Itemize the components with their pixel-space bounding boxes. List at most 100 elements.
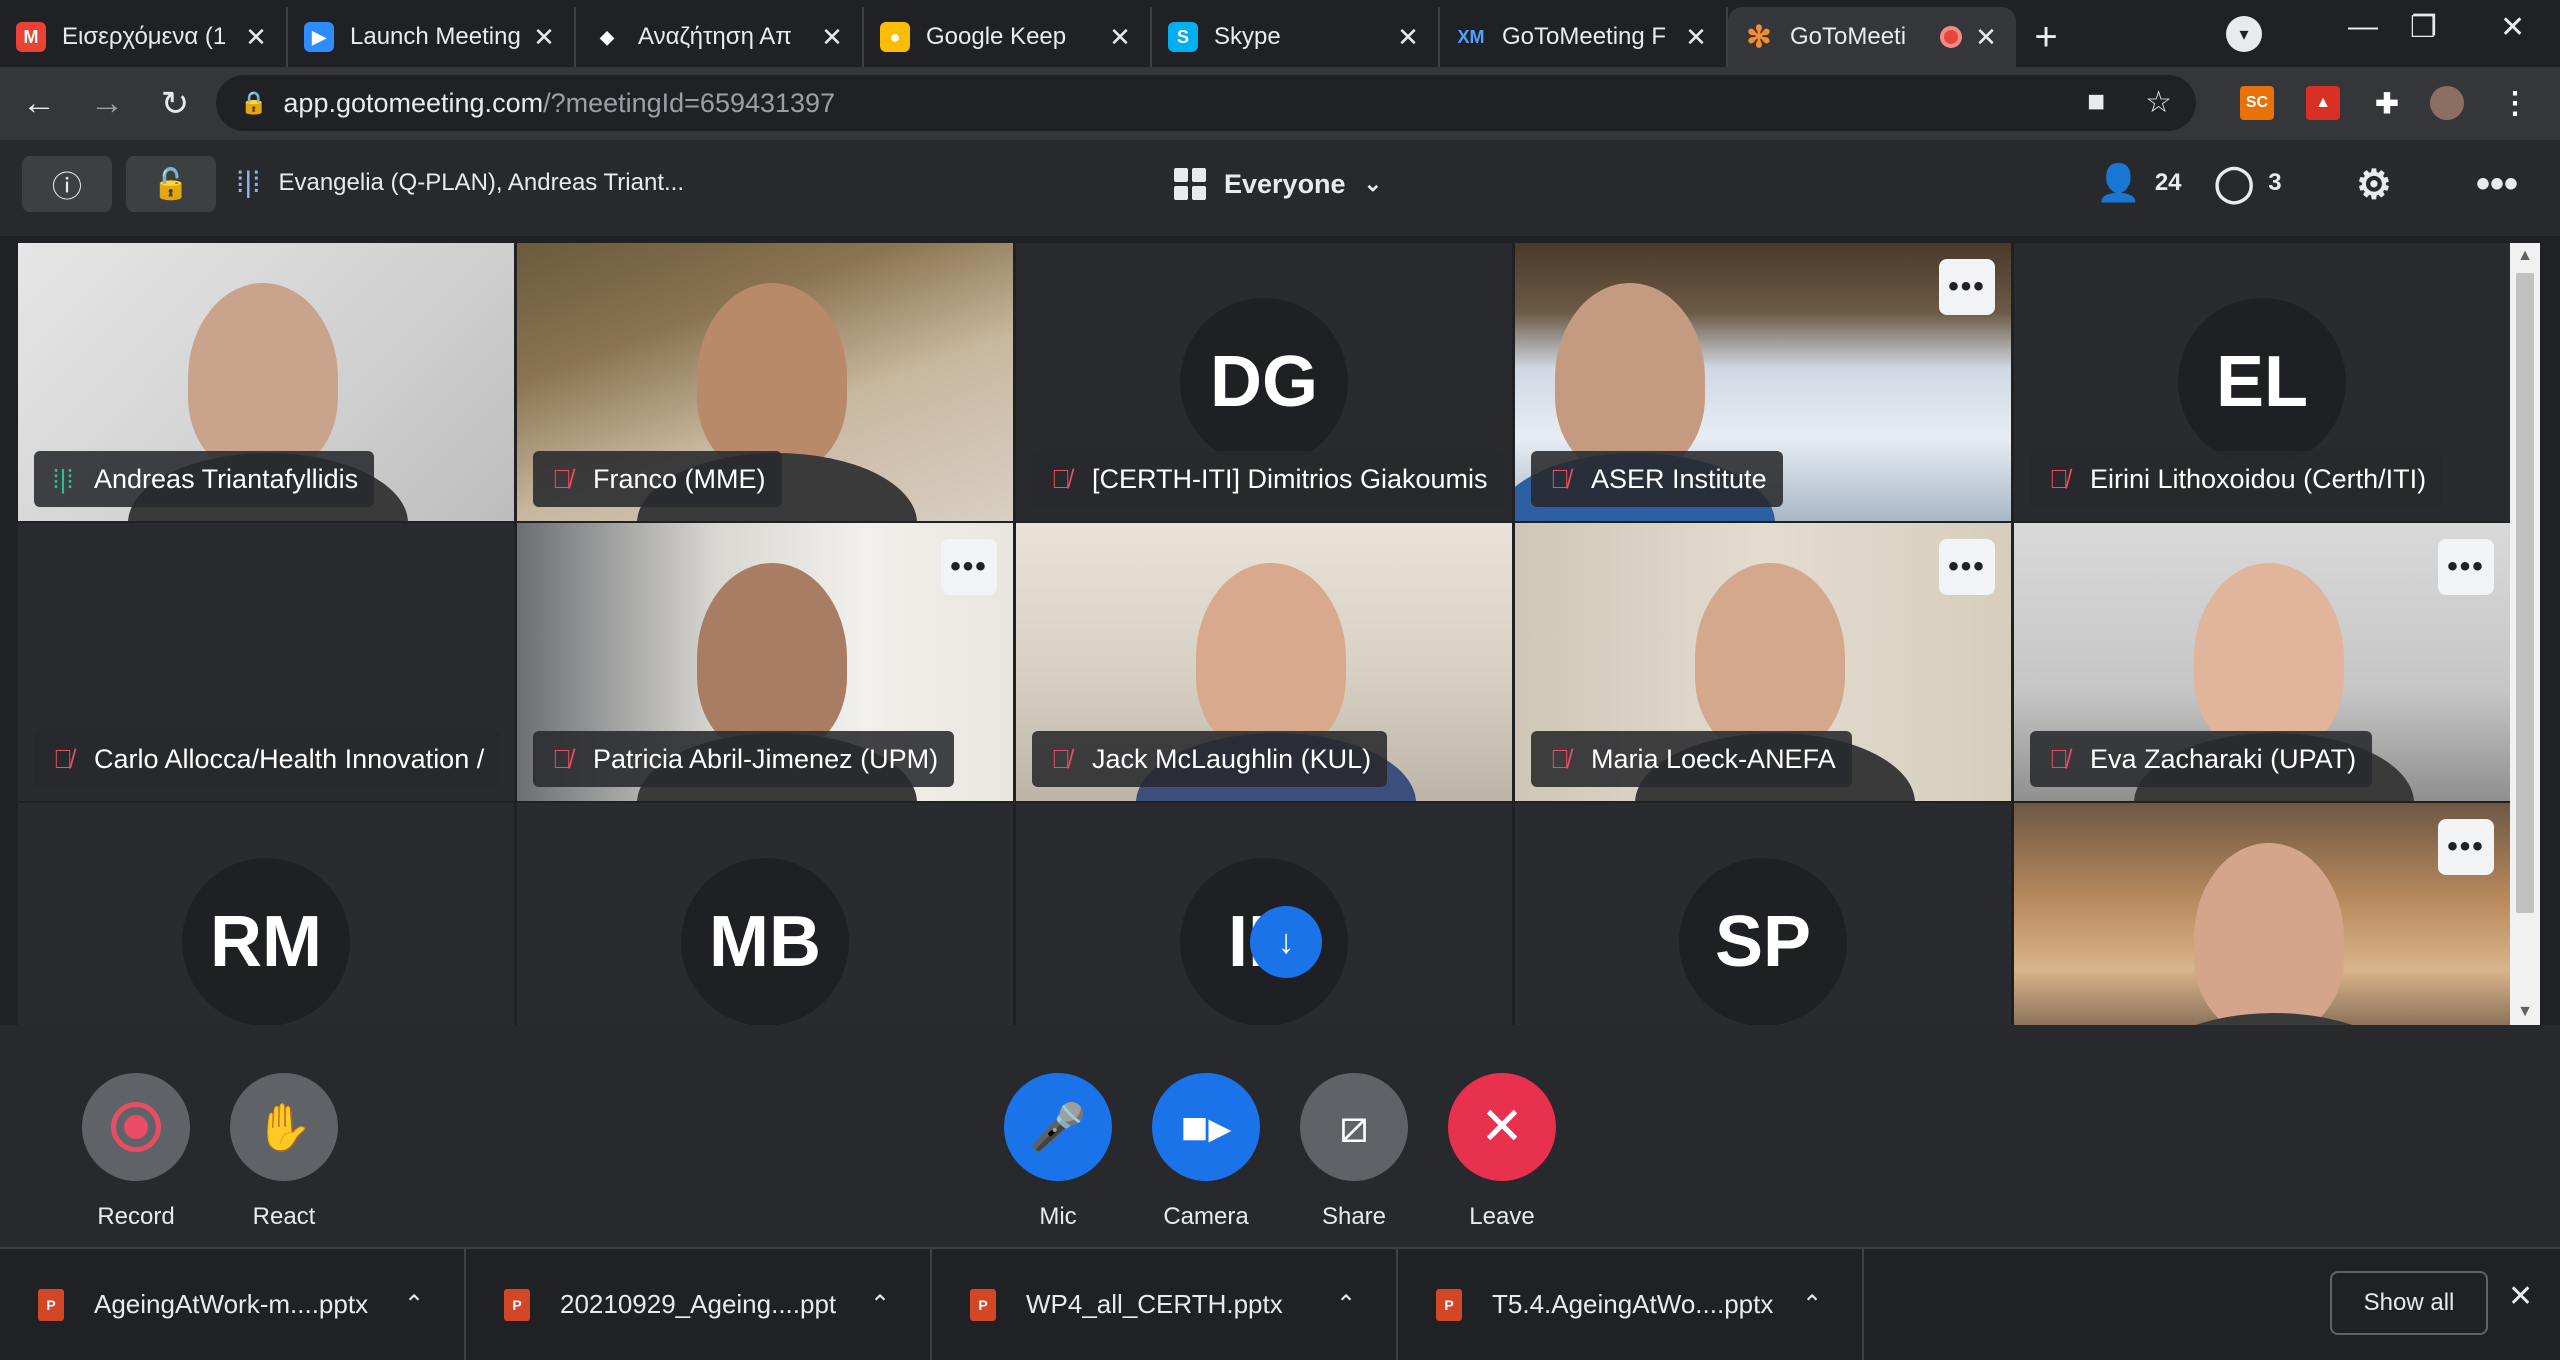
browser-tab[interactable]: ✻ GoToMeeti ✕ (1728, 7, 2016, 67)
react-button[interactable]: ✋ React (230, 1073, 338, 1231)
close-tab-icon[interactable]: ✕ (1972, 22, 2000, 53)
participant-tile[interactable]: MB (517, 803, 1013, 1025)
record-button[interactable]: Record (82, 1073, 190, 1231)
close-tab-icon[interactable]: ✕ (818, 22, 846, 53)
download-filename: WP4_all_CERTH.pptx (1026, 1289, 1283, 1319)
close-tab-icon[interactable]: ✕ (1106, 22, 1134, 53)
participant-silhouette (188, 283, 338, 473)
new-tab-icon[interactable]: + (2016, 7, 2076, 67)
participant-silhouette (2194, 843, 2344, 1025)
close-tab-icon[interactable]: ✕ (242, 22, 270, 53)
scroll-down-arrow-icon[interactable]: ▼ (2510, 1003, 2540, 1021)
participant-tile[interactable]: SP (1515, 803, 2011, 1025)
download-item[interactable]: P 20210929_Ageing....ppt ⌃ (466, 1249, 932, 1360)
participant-name: Jack McLaughlin (KUL) (1092, 743, 1372, 774)
grid-scrollbar[interactable]: ▲ ▼ (2510, 243, 2540, 1025)
close-download-shelf-icon[interactable]: ✕ (2508, 1279, 2533, 1314)
participant-tile[interactable]: ••• 🎙̸ Eva Zacharaki (UPAT) (2014, 523, 2510, 801)
browser-menu-icon[interactable]: ⋮ (2498, 86, 2532, 120)
attendees-button[interactable]: 👤 24 (2096, 162, 2182, 204)
close-tab-icon[interactable]: ✕ (530, 22, 558, 53)
camera-button[interactable]: ■▸ Camera (1152, 1073, 1260, 1231)
gmail-icon: M (16, 22, 46, 52)
download-item[interactable]: P AgeingAtWork-m....pptx ⌃ (0, 1249, 466, 1360)
video-grid: ⁞|⁞ Andreas Triantafyllidis 🎙̸ Franco (MME)… (18, 243, 2510, 1025)
reload-icon[interactable]: ↻ (146, 75, 204, 133)
browser-tab[interactable]: M Εισερχόμενα (1 ✕ (0, 7, 288, 67)
browser-window: M Εισερχόμενα (1 ✕ ▶ Launch Meeting ✕ ◆ Αναζήτη… (0, 0, 2560, 1360)
participant-name: Franco (MME) (593, 463, 766, 494)
participant-tile[interactable]: EL 🎙̸ Eirini Lithoxoidou (Certh/ITI) (2014, 243, 2510, 521)
extensions-puzzle-icon[interactable]: ✚ (2370, 86, 2404, 120)
participant-tile[interactable]: ••• 🎙̸ ASER Institute (1515, 243, 2011, 521)
leave-button[interactable]: ✕ Leave (1448, 1073, 1556, 1231)
restore-icon[interactable]: ❐ (2410, 10, 2437, 45)
chevron-up-icon[interactable]: ⌃ (404, 1290, 464, 1319)
participant-tile[interactable]: ••• 🎙̸ Patricia Abril-Jimenez (UPM) (517, 523, 1013, 801)
chat-button[interactable]: ◯ 3 (2214, 162, 2282, 204)
participant-nameplate: ⁞|⁞ Andreas Triantafyllidis (34, 451, 375, 507)
participant-tile[interactable]: DG 🎙̸ [CERTH-ITI] Dimitrios Giakoumis (1016, 243, 1512, 521)
tab-search-icon[interactable]: ▾ (2226, 16, 2262, 52)
participant-tile[interactable]: ••• 🎙̸ Maria Loeck-ANEFA (1515, 523, 2011, 801)
browser-tab[interactable]: XM GoToMeeting F ✕ (1440, 7, 1728, 67)
mic-button[interactable]: 🎤 Mic (1004, 1073, 1112, 1231)
participant-name: Maria Loeck-ANEFA (1591, 743, 1836, 774)
lock-meeting-button[interactable]: 🔓 (126, 156, 216, 212)
back-icon[interactable]: ← (10, 75, 68, 133)
gotomeeting-icon: ✻ (1746, 20, 1772, 54)
chat-bubble-icon: ◯ (2214, 162, 2255, 203)
minimize-icon[interactable]: — (2348, 10, 2378, 44)
show-all-downloads-button[interactable]: Show all (2330, 1271, 2488, 1335)
scrollbar-thumb[interactable] (2516, 273, 2534, 913)
extension-mendeley-icon[interactable]: ▲ (2306, 86, 2340, 120)
download-item[interactable]: P WP4_all_CERTH.pptx ⌃ (932, 1249, 1398, 1360)
participant-nameplate: 🎙̸ Maria Loeck-ANEFA (1531, 731, 1852, 787)
tile-more-options-icon[interactable]: ••• (2438, 539, 2494, 595)
chevron-up-icon[interactable]: ⌃ (1336, 1290, 1396, 1319)
address-bar[interactable]: 🔒 app.gotomeeting.com/?meetingId=6594313… (216, 75, 2196, 131)
tile-more-options-icon[interactable]: ••• (2438, 819, 2494, 875)
view-selector[interactable]: Everyone ⌄ (1174, 168, 1382, 200)
grid-view-icon (1174, 168, 1206, 200)
meeting-header: ⓘ 🔓 ⁞|⁞ Evangelia (Q-PLAN), Andreas Tria… (0, 140, 2560, 236)
browser-tab[interactable]: ● Google Keep ✕ (864, 7, 1152, 67)
info-button[interactable]: ⓘ (22, 156, 112, 212)
download-filename: AgeingAtWork-m....pptx (94, 1289, 369, 1319)
forward-icon[interactable]: → (78, 75, 136, 133)
close-x-icon: ✕ (1480, 1098, 1524, 1156)
participant-nameplate: 🎙̸ Jack McLaughlin (KUL) (1032, 731, 1388, 787)
share-button[interactable]: ⧄ Share (1300, 1073, 1408, 1231)
download-item[interactable]: P T5.4.AgeingAtWo....pptx ⌃ (1398, 1249, 1864, 1360)
participant-tile[interactable]: RM (18, 803, 514, 1025)
audio-bars-icon: ⁞|⁞ (236, 166, 261, 199)
more-options-icon[interactable]: ••• (2476, 162, 2518, 207)
view-label: Everyone (1224, 168, 1346, 199)
close-tab-icon[interactable]: ✕ (1394, 22, 1422, 53)
bookmark-star-icon[interactable]: ☆ (2145, 85, 2172, 120)
participant-nameplate: 🎙̸ Patricia Abril-Jimenez (UPM) (533, 731, 955, 787)
camera-blocked-icon[interactable]: ■ (2087, 85, 2105, 120)
participant-tile[interactable]: 🎙̸ Franco (MME) (517, 243, 1013, 521)
close-tab-icon[interactable]: ✕ (1682, 22, 1710, 53)
browser-tab[interactable]: S Skype ✕ (1152, 7, 1440, 67)
chevron-down-icon: ⌄ (1363, 171, 1383, 196)
tile-more-options-icon[interactable]: ••• (1939, 259, 1995, 315)
settings-gear-icon[interactable]: ⚙ (2356, 162, 2392, 208)
participant-tile[interactable]: 🎙̸ Jack McLaughlin (KUL) (1016, 523, 1512, 801)
participant-tile[interactable]: ⁞|⁞ Andreas Triantafyllidis (18, 243, 514, 521)
scroll-down-button[interactable]: ↓ (1250, 906, 1322, 978)
participant-tile[interactable]: ••• (2014, 803, 2510, 1025)
chevron-up-icon[interactable]: ⌃ (1802, 1290, 1862, 1319)
tile-more-options-icon[interactable]: ••• (1939, 539, 1995, 595)
tile-more-options-icon[interactable]: ••• (941, 539, 997, 595)
close-window-icon[interactable]: ✕ (2500, 10, 2525, 45)
profile-avatar[interactable] (2430, 86, 2464, 120)
browser-tab[interactable]: ◆ Αναζήτηση Απ ✕ (576, 7, 864, 67)
participant-tile[interactable]: 🎙̸ Carlo Allocca/Health Innovation / (18, 523, 514, 801)
chevron-up-icon[interactable]: ⌃ (870, 1290, 930, 1319)
extension-sc-icon[interactable]: SC (2240, 86, 2274, 120)
microphone-icon: 🎤 (1029, 1100, 1087, 1153)
browser-tab[interactable]: ▶ Launch Meeting ✕ (288, 7, 576, 67)
scroll-up-arrow-icon[interactable]: ▲ (2510, 247, 2540, 265)
